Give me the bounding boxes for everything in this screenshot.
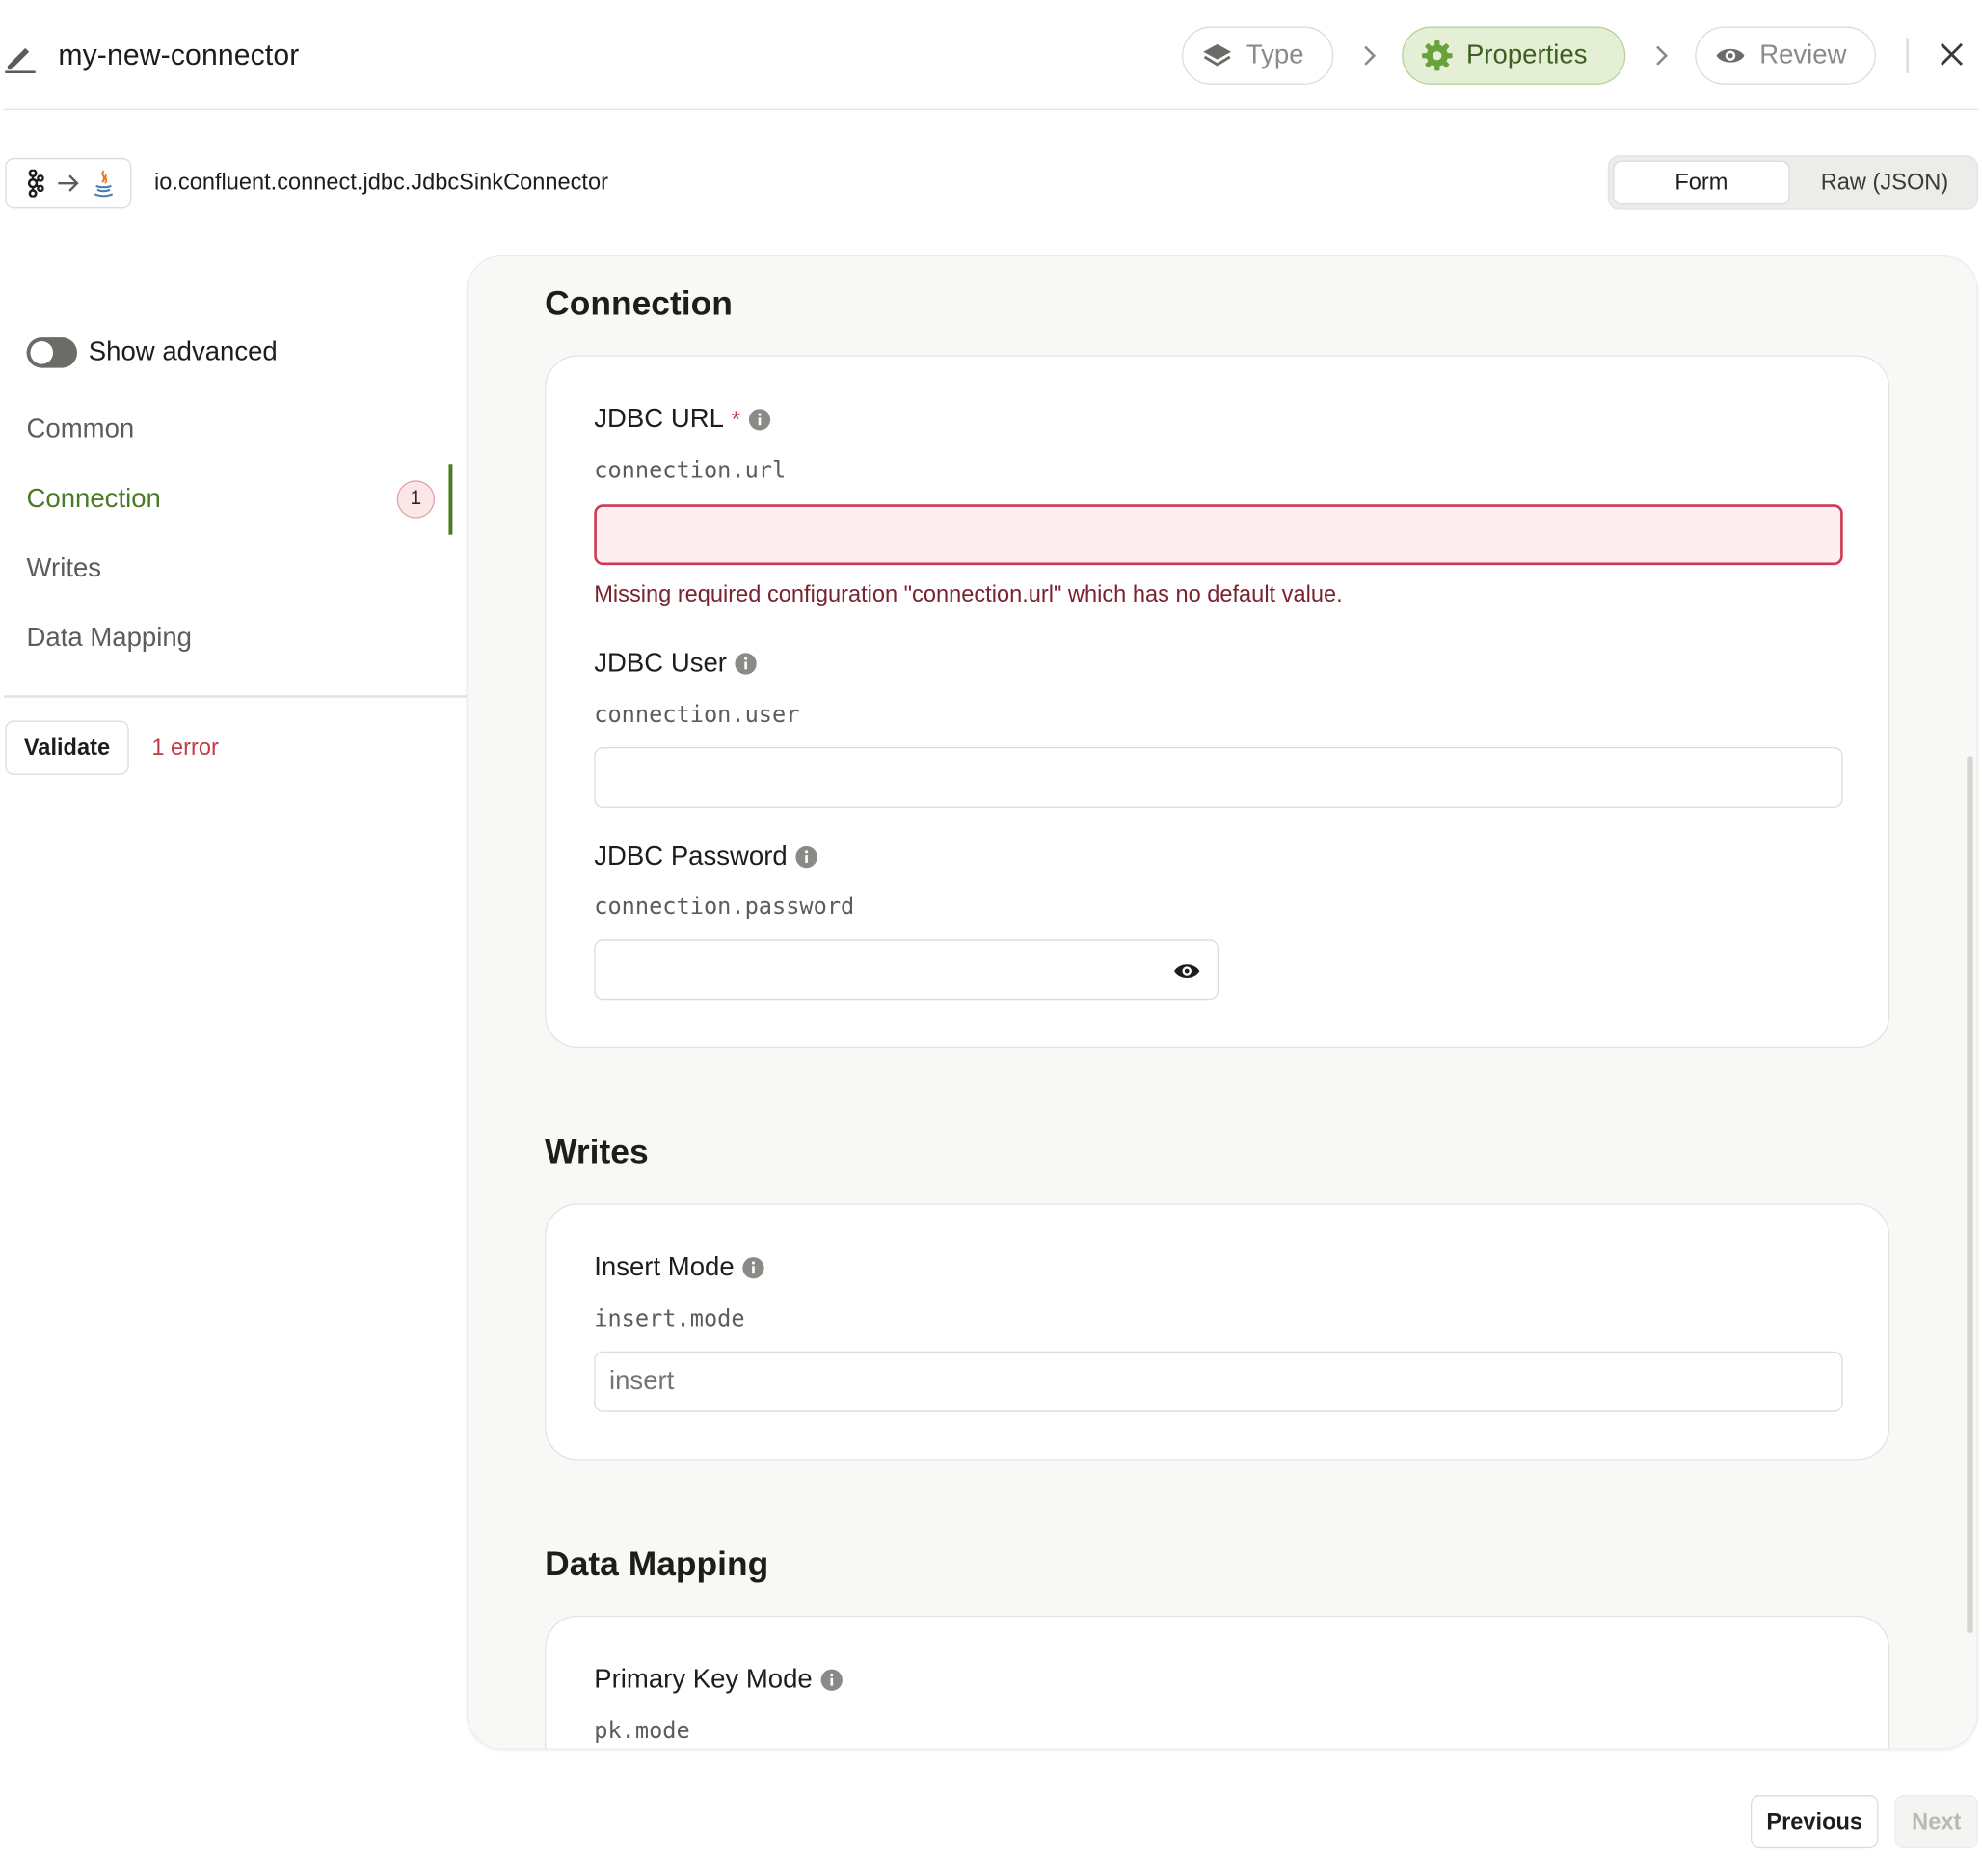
step-type-label: Type bbox=[1245, 40, 1304, 70]
tab-raw-json[interactable]: Raw (JSON) bbox=[1796, 161, 1973, 205]
field-label-text: Primary Key Mode bbox=[594, 1664, 813, 1695]
jdbc-password-input[interactable] bbox=[594, 939, 1219, 1001]
step-properties-label: Properties bbox=[1465, 40, 1588, 70]
wizard-header: my-new-connector Type Properties Review bbox=[3, 0, 1979, 111]
show-advanced-toggle[interactable] bbox=[26, 337, 77, 368]
page-scale: my-new-connector Type Properties Review … bbox=[0, 0, 1982, 1876]
sidebar-item-connection[interactable]: Connection bbox=[27, 484, 161, 514]
field-key-connection-user: connection.user bbox=[594, 701, 800, 729]
connector-type-chip bbox=[5, 157, 132, 209]
pencil-icon[interactable] bbox=[4, 38, 40, 74]
sidebar-item-data-mapping[interactable]: Data Mapping bbox=[27, 623, 192, 653]
java-icon bbox=[94, 170, 113, 198]
info-icon[interactable] bbox=[735, 653, 758, 676]
active-indicator bbox=[448, 464, 453, 535]
field-label-text: JDBC URL bbox=[594, 404, 724, 434]
gear-icon bbox=[1422, 40, 1453, 71]
field-key-insert-mode: insert.mode bbox=[594, 1305, 745, 1333]
field-label-insert-mode: Insert Mode bbox=[594, 1252, 764, 1282]
show-advanced-label: Show advanced bbox=[88, 337, 278, 367]
page: my-new-connector Type Properties Review … bbox=[0, 0, 1982, 1876]
step-review[interactable]: Review bbox=[1695, 26, 1876, 85]
section-title-connection: Connection bbox=[545, 284, 733, 323]
section-title-writes: Writes bbox=[545, 1132, 649, 1171]
field-label-jdbc-password: JDBC Password bbox=[594, 842, 817, 871]
section-title-data-mapping: Data Mapping bbox=[545, 1544, 769, 1583]
mode-toggle: Form Raw (JSON) bbox=[1607, 155, 1979, 210]
sidebar-divider bbox=[3, 695, 467, 698]
connector-name[interactable]: my-new-connector bbox=[58, 38, 299, 71]
arrow-right-icon bbox=[58, 174, 79, 192]
close-icon[interactable] bbox=[1937, 40, 1967, 69]
info-icon[interactable] bbox=[742, 1256, 765, 1279]
connection-card: JDBC URL * connection.url Missing requir… bbox=[545, 355, 1890, 1049]
validate-button[interactable]: Validate bbox=[5, 720, 129, 775]
tab-form[interactable]: Form bbox=[1613, 160, 1790, 205]
sidebar-item-writes[interactable]: Writes bbox=[27, 553, 102, 583]
sidebar-item-common[interactable]: Common bbox=[27, 415, 135, 444]
error-count-badge: 1 bbox=[396, 480, 436, 519]
data-mapping-card: Primary Key Mode pk.mode bbox=[545, 1615, 1890, 1749]
field-key-connection-password: connection.password bbox=[594, 894, 855, 921]
connector-class-name: io.confluent.connect.jdbc.JdbcSinkConnec… bbox=[153, 169, 608, 195]
validation-error-text: 1 error bbox=[151, 734, 219, 761]
info-icon[interactable] bbox=[795, 845, 818, 869]
writes-card: Insert Mode insert.mode bbox=[545, 1203, 1890, 1461]
field-label-text: JDBC User bbox=[594, 648, 727, 678]
info-icon[interactable] bbox=[820, 1669, 844, 1692]
jdbc-url-error-message: Missing required configuration "connecti… bbox=[594, 581, 1343, 607]
layers-icon bbox=[1203, 43, 1232, 67]
chevron-right-icon bbox=[1364, 45, 1377, 66]
jdbc-user-input[interactable] bbox=[594, 746, 1843, 808]
eye-icon bbox=[1716, 48, 1745, 63]
field-key-pk-mode: pk.mode bbox=[594, 1718, 690, 1745]
field-label-jdbc-user: JDBC User bbox=[594, 649, 757, 679]
required-mark: * bbox=[731, 406, 740, 432]
next-button[interactable]: Next bbox=[1894, 1795, 1979, 1849]
insert-mode-input[interactable] bbox=[594, 1351, 1843, 1412]
chevron-right-icon bbox=[1656, 45, 1669, 66]
show-password-eye-icon[interactable] bbox=[1173, 961, 1201, 981]
step-type[interactable]: Type bbox=[1181, 26, 1334, 85]
properties-form-panel[interactable]: Connection JDBC URL * connection.url Mis… bbox=[466, 255, 1979, 1750]
info-icon[interactable] bbox=[748, 409, 771, 432]
previous-button[interactable]: Previous bbox=[1751, 1795, 1879, 1849]
field-key-connection-url: connection.url bbox=[594, 457, 787, 485]
field-label-text: Insert Mode bbox=[594, 1252, 735, 1282]
jdbc-url-input[interactable] bbox=[594, 504, 1843, 566]
kafka-icon bbox=[28, 169, 45, 198]
field-label-text: JDBC Password bbox=[594, 842, 788, 871]
step-review-label: Review bbox=[1759, 40, 1847, 70]
field-label-primary-key-mode: Primary Key Mode bbox=[594, 1665, 843, 1695]
header-divider bbox=[1906, 38, 1909, 74]
field-label-jdbc-url: JDBC URL * bbox=[594, 405, 770, 435]
panel-scrollbar[interactable] bbox=[1967, 756, 1973, 1634]
step-properties[interactable]: Properties bbox=[1402, 26, 1626, 85]
